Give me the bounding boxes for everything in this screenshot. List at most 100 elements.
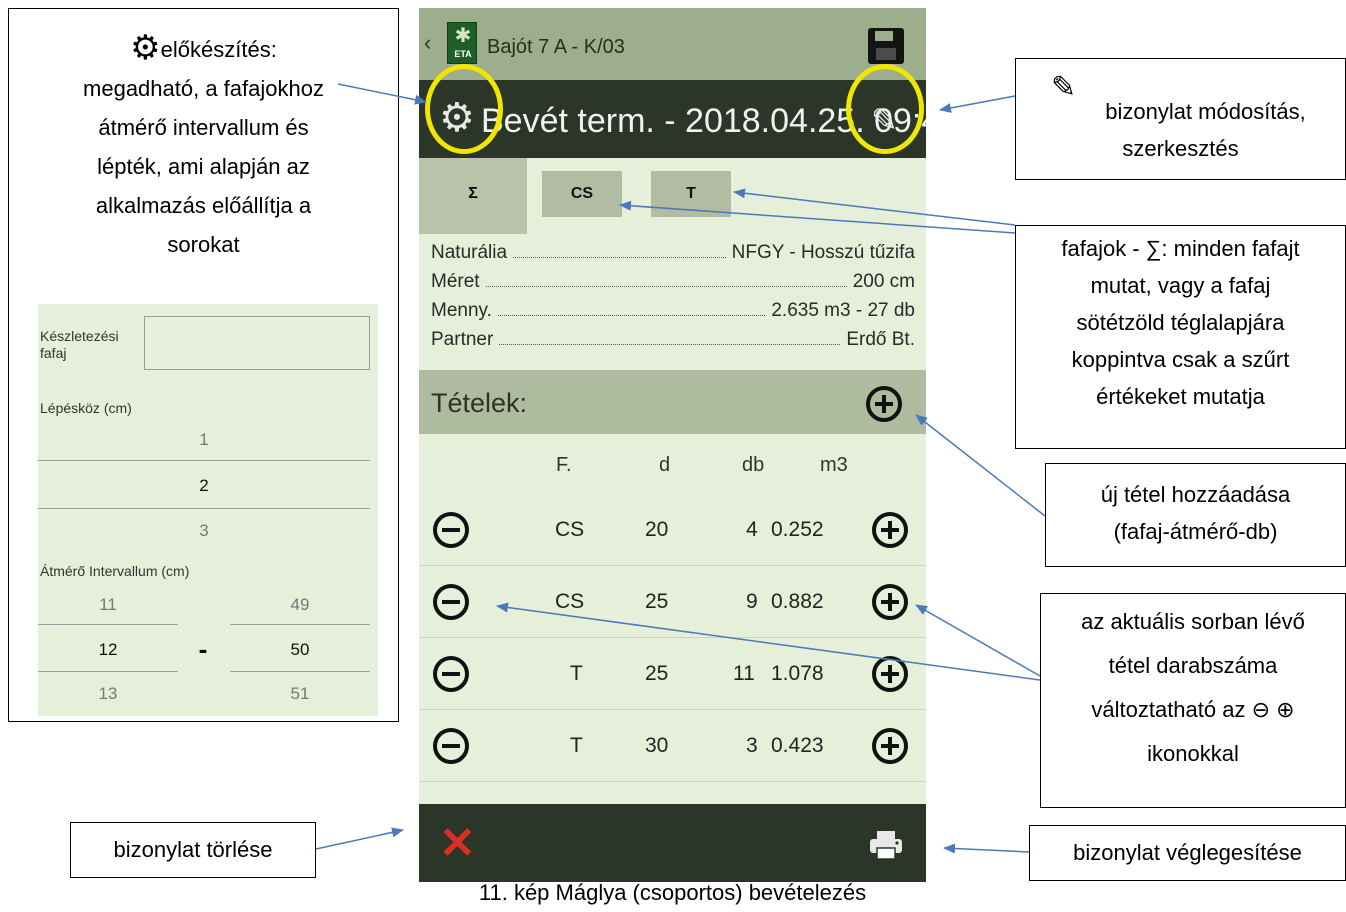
max-value-next[interactable]: 51	[230, 684, 370, 704]
species-label-line: Készletezési	[40, 328, 119, 344]
min-value-selected[interactable]: 12	[38, 640, 178, 660]
callout-edit: ✎ bizonylat módosítás, szerkesztés	[1015, 58, 1346, 180]
info-value: NFGY - Hosszú tűzifa	[731, 242, 915, 263]
callout-species: fafajok - ∑: minden fafajt mutat, vagy a…	[1015, 225, 1346, 449]
species-input[interactable]	[144, 316, 370, 370]
pencil-highlight-ring	[846, 64, 924, 154]
minus-icon[interactable]	[433, 584, 469, 620]
settings-panel: Készletezési fafaj Lépésköz (cm) 1 2 3 Á…	[38, 304, 378, 716]
info-label: Naturália	[431, 242, 508, 263]
row-diameter: 25	[645, 590, 669, 613]
plus-icon[interactable]	[872, 512, 908, 548]
info-label: Partner	[431, 329, 494, 350]
col-volume: m3	[820, 454, 848, 476]
callout-text: ikonokkal	[1147, 741, 1239, 766]
gear-highlight-ring	[425, 64, 503, 154]
bottom-toolbar: ✕	[419, 804, 926, 882]
tab-all-label[interactable]: Σ	[419, 171, 527, 217]
minus-circle-icon: ⊖	[1251, 697, 1271, 722]
row-count: 4	[746, 518, 758, 541]
tab-cs[interactable]: CS	[542, 171, 622, 217]
table-row: CS 20 4 0.252	[419, 494, 926, 566]
callout-text: koppintva csak a szűrt	[1071, 347, 1290, 372]
min-value-prev[interactable]: 11	[38, 595, 178, 615]
callout-text: alkalmazás előállítja a	[95, 193, 312, 218]
row-species: T	[570, 662, 583, 685]
plus-icon[interactable]	[872, 728, 908, 764]
min-value-next[interactable]: 13	[38, 684, 178, 704]
eta-logo: ✱ ETA	[447, 22, 477, 64]
row-volume: 0.882	[771, 590, 824, 613]
callout-text: tétel darabszáma	[1108, 653, 1278, 678]
info-value: 200 cm	[852, 271, 915, 292]
callout-text: mutat, vagy a fafaj	[1090, 273, 1271, 298]
info-row-menny: Menny. 2.635 m3 - 27 db	[431, 296, 915, 322]
callout-finalize: bizonylat véglegesítése	[1029, 825, 1346, 881]
species-label: Készletezési fafaj	[40, 328, 119, 362]
logo-text: ETA	[454, 49, 472, 59]
callout-text: új tétel hozzáadása	[1100, 482, 1291, 507]
step-label: Lépésköz (cm)	[40, 400, 132, 416]
printer-icon[interactable]	[869, 830, 903, 860]
interval-label: Átmérő Intervallum (cm)	[40, 563, 190, 579]
back-chevron-icon[interactable]: ‹	[424, 30, 431, 56]
info-label: Méret	[431, 271, 480, 292]
max-value-prev[interactable]: 49	[230, 595, 370, 615]
arrow-plus	[915, 604, 1041, 677]
app-title: Bajót 7 A - K/03	[487, 36, 625, 58]
info-row-naturalia: Naturália NFGY - Hosszú tűzifa	[431, 238, 915, 264]
add-item-plus-icon[interactable]	[866, 386, 902, 422]
plus-icon[interactable]	[872, 656, 908, 692]
step-value-selected[interactable]: 2	[38, 476, 370, 496]
callout-delete: bizonylat törlése	[70, 822, 316, 878]
callout-add-item: új tétel hozzáadása (fafaj-átmérő-db)	[1045, 463, 1346, 567]
items-header: Tételek:	[419, 370, 926, 434]
save-icon[interactable]	[868, 28, 904, 64]
table-row: T 30 3 0.423	[419, 710, 926, 782]
range-dash: -	[198, 634, 208, 664]
callout-text: átmérő intervallum és	[98, 115, 309, 140]
callout-line: ⚙előkészítés:	[9, 29, 398, 69]
info-row-meret: Méret 200 cm	[431, 267, 915, 293]
row-diameter: 30	[645, 734, 669, 757]
pencil-icon: ✎	[1051, 71, 1077, 104]
callout-text: (fafaj-átmérő-db)	[1113, 519, 1278, 544]
minus-icon[interactable]	[433, 728, 469, 764]
callout-text: megadható, a fafajokhoz	[83, 76, 324, 101]
plus-icon[interactable]	[872, 584, 908, 620]
info-label: Menny.	[431, 300, 492, 321]
callout-line: változtatható az ⊖ ⊕	[1041, 688, 1345, 732]
delete-x-icon[interactable]: ✕	[439, 822, 476, 866]
callout-text: az aktuális sorban lévő	[1081, 609, 1305, 634]
step-value-next[interactable]: 3	[38, 521, 370, 541]
col-diameter: d	[659, 454, 671, 476]
step-value-prev[interactable]: 1	[38, 430, 370, 450]
callout-text: előkészítés:	[160, 37, 277, 62]
col-species: F.	[556, 454, 572, 476]
callout-text: értékeket mutatja	[1096, 384, 1265, 409]
tab-t[interactable]: T	[651, 171, 731, 217]
row-volume: 0.423	[771, 734, 824, 757]
callout-text: sötétzöld téglalapjára	[1076, 310, 1285, 335]
minus-icon[interactable]	[433, 656, 469, 692]
gear-document-icon: ⚙	[130, 29, 161, 67]
arrow-delete	[315, 827, 404, 850]
info-value: Erdő Bt.	[846, 329, 915, 350]
row-species: CS	[555, 518, 585, 541]
arrow-pencil	[939, 95, 1016, 113]
row-volume: 1.078	[771, 662, 824, 685]
minus-icon[interactable]	[433, 512, 469, 548]
table-row: T 25 11 1.078	[419, 638, 926, 710]
items-column-header: F. d db m3	[419, 434, 926, 492]
figure-caption: 11. kép Máglya (csoportos) bevételezés	[478, 880, 867, 905]
row-count: 9	[746, 590, 758, 613]
col-count: db	[742, 454, 765, 476]
max-value-selected[interactable]: 50	[230, 640, 370, 660]
arrow-finalize	[943, 843, 1030, 854]
callout-text: változtatható az	[1091, 697, 1246, 722]
plus-circle-icon: ⊕	[1276, 697, 1295, 722]
row-volume: 0.252	[771, 518, 824, 541]
row-count: 3	[746, 734, 758, 757]
app-toolbar: ‹ ✱ ETA Bajót 7 A - K/03	[419, 8, 926, 80]
row-count: 11	[733, 662, 755, 685]
